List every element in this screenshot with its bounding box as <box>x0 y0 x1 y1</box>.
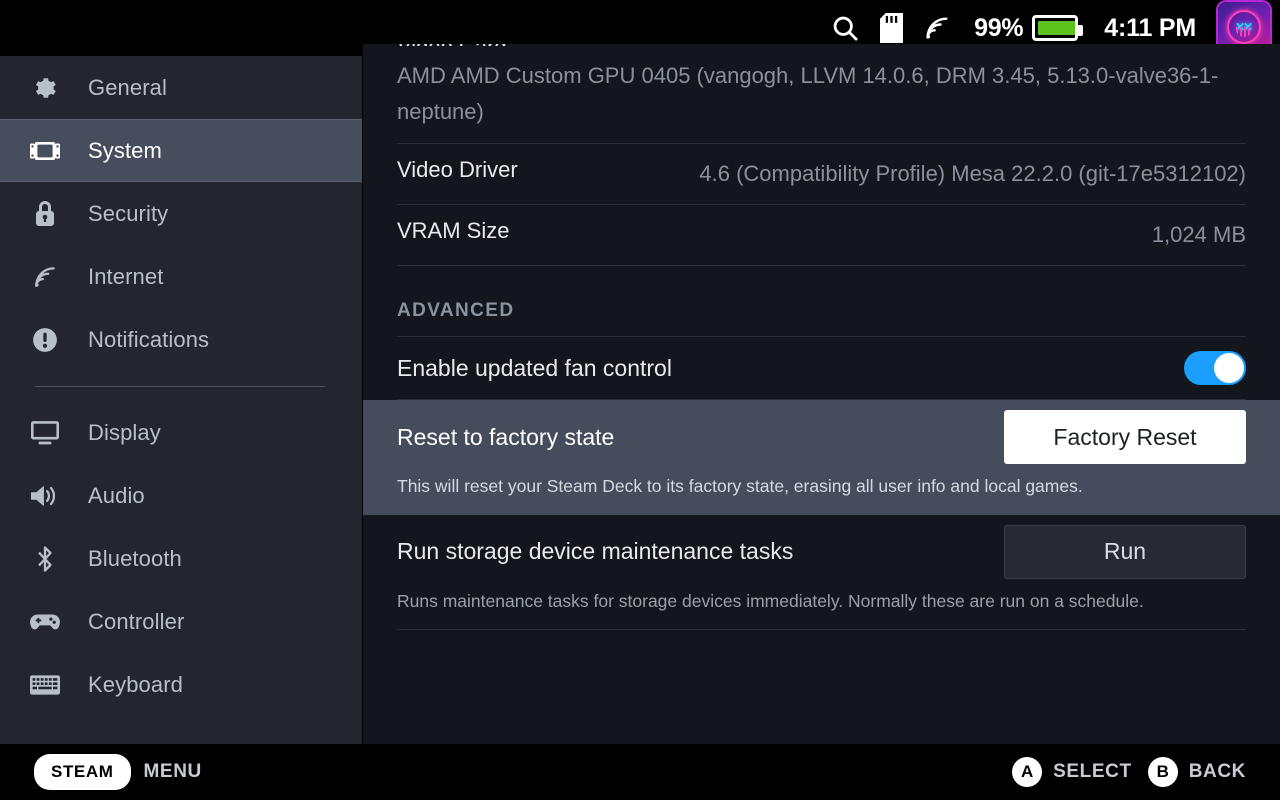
sidebar-item-security[interactable]: Security <box>0 182 362 245</box>
sidebar-item-label: Controller <box>88 609 184 635</box>
battery-indicator: 99% <box>974 14 1078 43</box>
gear-icon <box>30 73 60 103</box>
wifi-icon <box>30 262 60 292</box>
storage-maintenance-row[interactable]: Run storage device maintenance tasks Run… <box>363 515 1280 630</box>
storage-maintenance-description: Runs maintenance tasks for storage devic… <box>363 589 1280 630</box>
vram-size-label: VRAM Size <box>397 218 509 244</box>
sidebar-item-audio[interactable]: Audio <box>0 464 362 527</box>
sidebar-item-system[interactable]: System <box>0 119 362 182</box>
clock-label: 4:11 PM <box>1104 14 1196 43</box>
video-driver-label: Video Driver <box>397 157 518 183</box>
sidebar-divider <box>35 386 325 387</box>
footer-hint-bar: STEAM MENU A SELECT B BACK <box>0 744 1280 800</box>
run-maintenance-button[interactable]: Run <box>1004 525 1246 579</box>
sidebar-item-display[interactable]: Display <box>0 401 362 464</box>
avatar-face-icon: ✕✕ <box>1227 10 1261 44</box>
fan-control-toggle[interactable] <box>1184 351 1246 385</box>
sidebar-item-keyboard[interactable]: Keyboard <box>0 653 362 716</box>
b-button-icon: B <box>1148 757 1178 787</box>
sidebar-item-label: Internet <box>88 264 163 290</box>
sidebar-item-label: System <box>88 138 162 164</box>
storage-maintenance-label: Run storage device maintenance tasks <box>397 538 793 565</box>
a-button-icon: A <box>1012 757 1042 787</box>
advanced-section-heading: ADVANCED <box>363 266 1280 336</box>
factory-reset-description: This will reset your Steam Deck to its f… <box>363 474 1280 515</box>
video-driver-row: Video Driver 4.6 (Compatibility Profile)… <box>363 144 1280 204</box>
settings-sidebar: General System <box>0 56 362 744</box>
exclamation-icon <box>30 325 60 355</box>
sidebar-item-label: Notifications <box>88 327 209 353</box>
factory-reset-label: Reset to factory state <box>397 424 614 451</box>
lock-icon <box>30 199 60 229</box>
monitor-icon <box>30 418 60 448</box>
a-button-hint[interactable]: A SELECT <box>1012 757 1132 787</box>
b-button-hint[interactable]: B BACK <box>1148 757 1246 787</box>
speaker-icon <box>30 481 60 511</box>
toggle-knob <box>1214 353 1244 383</box>
sidebar-item-controller[interactable]: Controller <box>0 590 362 653</box>
vram-size-value: 1,024 MB <box>1152 218 1246 252</box>
video-driver-value: 4.6 (Compatibility Profile) Mesa 22.2.0 … <box>699 157 1246 191</box>
steamdeck-icon <box>30 136 60 166</box>
divider <box>397 629 1246 630</box>
battery-icon <box>1032 15 1078 41</box>
factory-reset-row[interactable]: Reset to factory state Factory Reset Thi… <box>363 400 1280 515</box>
factory-reset-button[interactable]: Factory Reset <box>1004 410 1246 464</box>
fan-control-row: Enable updated fan control <box>363 337 1280 399</box>
back-hint-label: BACK <box>1189 761 1246 783</box>
sidebar-item-label: Security <box>88 201 168 227</box>
sidebar-item-general[interactable]: General <box>0 56 362 119</box>
sidebar-item-label: Audio <box>88 483 145 509</box>
video-card-row: Video Card AMD AMD Custom GPU 0405 (vang… <box>363 44 1280 143</box>
fan-control-label: Enable updated fan control <box>397 355 672 382</box>
settings-content-panel: Video Card AMD AMD Custom GPU 0405 (vang… <box>363 44 1280 744</box>
menu-hint-label: MENU <box>144 761 202 783</box>
sidebar-item-label: Display <box>88 420 161 446</box>
battery-percent-label: 99% <box>974 14 1023 43</box>
video-card-value: AMD AMD Custom GPU 0405 (vangogh, LLVM 1… <box>397 56 1246 129</box>
steam-button[interactable]: STEAM <box>34 754 131 790</box>
sidebar-item-label: Bluetooth <box>88 546 182 572</box>
sidebar-item-bluetooth[interactable]: Bluetooth <box>0 527 362 590</box>
keyboard-icon <box>30 670 60 700</box>
sidebar-item-internet[interactable]: Internet <box>0 245 362 308</box>
sidebar-item-label: General <box>88 75 167 101</box>
sidebar-item-notifications[interactable]: Notifications <box>0 308 362 371</box>
gamepad-icon <box>30 607 60 637</box>
bluetooth-icon <box>30 544 60 574</box>
video-card-label: Video Card <box>397 44 1246 46</box>
sidebar-item-label: Keyboard <box>88 672 183 698</box>
vram-size-row: VRAM Size 1,024 MB <box>363 205 1280 265</box>
steam-deck-settings-screen: 99% 4:11 PM ✕✕ General <box>0 0 1280 800</box>
select-hint-label: SELECT <box>1053 761 1132 783</box>
